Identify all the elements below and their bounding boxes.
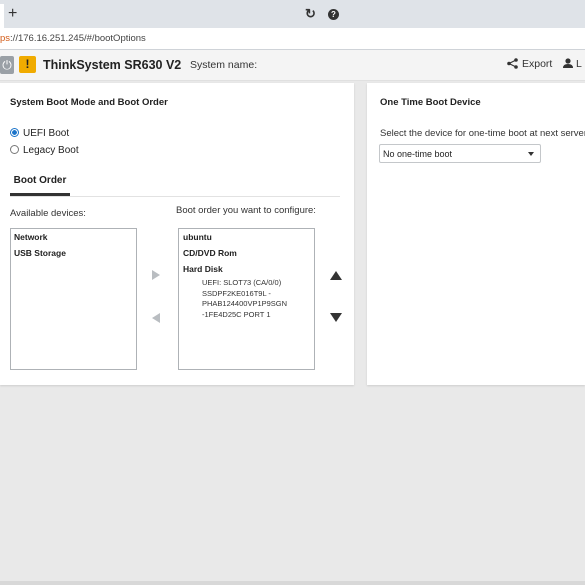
system-name-label: System name: bbox=[190, 59, 258, 71]
move-up-icon[interactable] bbox=[330, 271, 342, 280]
chevron-down-icon bbox=[528, 152, 534, 156]
boot-mode-title: System Boot Mode and Boot Order bbox=[10, 97, 168, 108]
move-right-icon[interactable] bbox=[152, 270, 160, 280]
export-button[interactable]: Export bbox=[507, 58, 552, 70]
tab-divider bbox=[10, 196, 340, 197]
legacy-boot-radio[interactable]: Legacy Boot bbox=[10, 145, 79, 156]
hard-disk-detail: UEFI: SLOT73 (CA/0/0) SSDPF2KE016T9L - P… bbox=[202, 278, 287, 320]
uefi-boot-label: UEFI Boot bbox=[23, 128, 70, 139]
available-device-usb-storage[interactable]: USB Storage bbox=[14, 248, 66, 258]
configure-order-label: Boot order you want to configure: bbox=[176, 205, 316, 216]
hard-disk-detail-line: UEFI: SLOT73 (CA/0/0) bbox=[202, 278, 282, 287]
share-icon bbox=[507, 58, 518, 69]
app-header: ⏻ ! ThinkSystem SR630 V2 System name: Ex… bbox=[0, 50, 585, 81]
uefi-boot-radio[interactable]: UEFI Boot bbox=[10, 128, 69, 139]
hard-disk-detail-line: -1FE4D25C PORT 1 bbox=[202, 309, 271, 319]
boot-order-hard-disk[interactable]: Hard Disk bbox=[183, 264, 223, 274]
boot-order-cd-dvd[interactable]: CD/DVD Rom bbox=[183, 248, 237, 258]
radio-selected-icon bbox=[10, 128, 19, 137]
browser-tab[interactable] bbox=[0, 4, 4, 28]
legacy-boot-label: Legacy Boot bbox=[23, 145, 79, 156]
available-device-network[interactable]: Network bbox=[14, 232, 48, 242]
one-time-boot-description: Select the device for one-time boot at n… bbox=[380, 128, 585, 139]
select-value: No one-time boot bbox=[383, 149, 453, 159]
product-name: ThinkSystem SR630 V2 bbox=[43, 58, 182, 72]
url-text: ps://176.16.251.245/#/bootOptions bbox=[0, 33, 146, 44]
browser-tab-bar: + bbox=[0, 0, 585, 28]
move-down-icon[interactable] bbox=[330, 313, 342, 322]
one-time-boot-title: One Time Boot Device bbox=[380, 97, 481, 108]
help-icon[interactable]: ? bbox=[328, 9, 339, 20]
user-menu[interactable]: L bbox=[563, 58, 582, 70]
address-bar[interactable]: ps://176.16.251.245/#/bootOptions bbox=[0, 28, 585, 50]
boot-order-ubuntu[interactable]: ubuntu bbox=[183, 232, 212, 242]
hard-disk-detail-line: PHAB124400VP1P9SGN bbox=[202, 299, 288, 308]
available-devices-label: Available devices: bbox=[10, 208, 86, 219]
power-icon[interactable]: ⏻ bbox=[0, 56, 14, 74]
hard-disk-detail-line: SSDPF2KE016T9L - bbox=[202, 288, 271, 298]
radio-unselected-icon bbox=[10, 145, 19, 154]
url-scheme: ps bbox=[0, 33, 11, 44]
bottom-scrollbar[interactable] bbox=[0, 581, 585, 585]
one-time-boot-select[interactable]: No one-time boot bbox=[379, 144, 541, 163]
warning-icon[interactable]: ! bbox=[19, 56, 36, 73]
user-icon bbox=[563, 58, 573, 68]
url-path: ://176.16.251.245/#/bootOptions bbox=[10, 33, 146, 44]
refresh-icon[interactable]: ↻ bbox=[305, 6, 316, 22]
move-left-icon[interactable] bbox=[152, 313, 160, 323]
new-tab-button[interactable]: + bbox=[8, 5, 17, 23]
export-label: Export bbox=[522, 58, 553, 70]
user-label: L bbox=[576, 58, 582, 70]
